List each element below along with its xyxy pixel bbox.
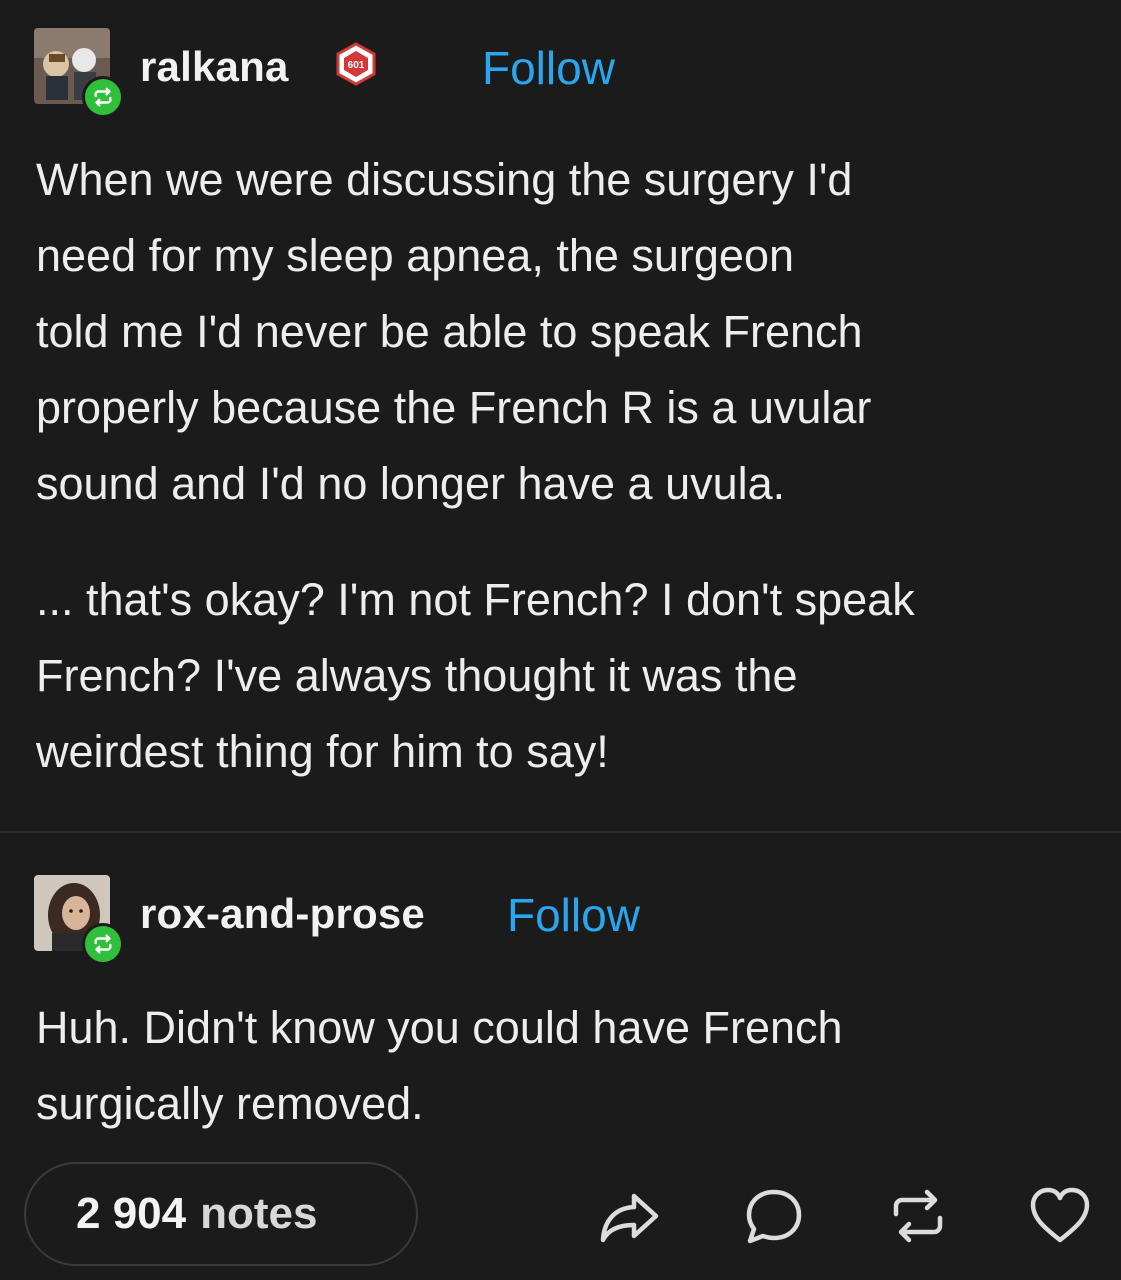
notes-label: notes — [200, 1189, 318, 1238]
d20-badge-text: 601 — [348, 60, 365, 71]
reblog-icon[interactable] — [886, 1184, 950, 1248]
text-line: told me I'd never be able to speak Frenc… — [36, 306, 863, 357]
post-divider — [0, 831, 1121, 833]
notes-count: 2 904 — [76, 1189, 187, 1238]
reblog-badge-icon — [82, 923, 124, 965]
notes-button[interactable]: 2 904 notes — [24, 1162, 418, 1266]
d20-badge-icon: 601 — [336, 42, 376, 86]
follow-button[interactable]: Follow — [482, 41, 615, 95]
reblog-badge-icon — [82, 76, 124, 118]
username[interactable]: rox-and-prose — [140, 890, 425, 938]
heart-icon[interactable] — [1028, 1184, 1092, 1248]
text-line: surgically removed. — [36, 1078, 424, 1129]
avatar-rox-wrapper[interactable] — [34, 875, 124, 965]
text-line: Huh. Didn't know you could have French — [36, 1002, 843, 1053]
text-line: When we were discussing the surgery I'd — [36, 154, 853, 205]
text-line: weirdest thing for him to say! — [36, 726, 609, 777]
text-line: French? I've always thought it was the — [36, 650, 798, 701]
comment-icon[interactable] — [742, 1184, 806, 1248]
text-line: ... that's okay? I'm not French? I don't… — [36, 574, 915, 625]
username[interactable]: ralkana — [140, 43, 289, 91]
text-line: sound and I'd no longer have a uvula. — [36, 458, 786, 509]
share-icon[interactable] — [598, 1184, 662, 1248]
avatar-ralkana-wrapper[interactable] — [34, 28, 124, 118]
text-line: properly because the French R is a uvula… — [36, 382, 872, 433]
text-line: need for my sleep apnea, the surgeon — [36, 230, 795, 281]
follow-button[interactable]: Follow — [507, 888, 640, 942]
